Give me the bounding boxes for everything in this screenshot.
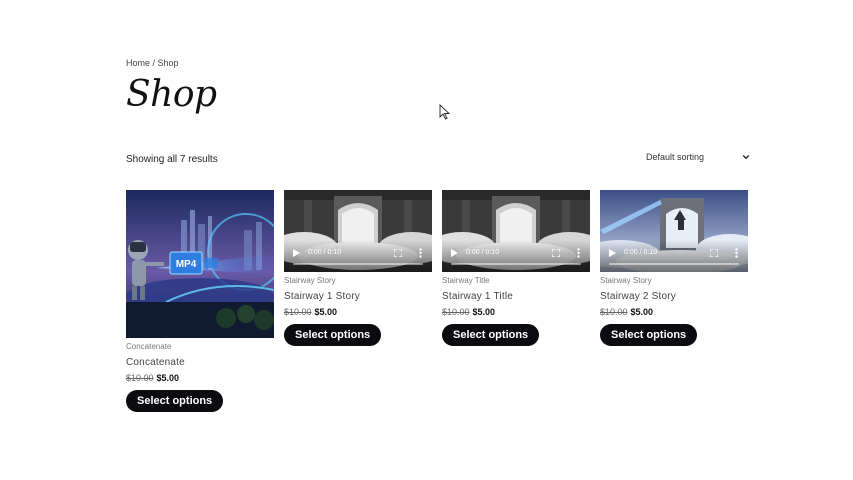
product-video[interactable]: 0:00 / 0:10 <box>284 190 432 272</box>
product-title[interactable]: Stairway 2 Story <box>600 291 748 302</box>
play-icon[interactable] <box>451 249 458 257</box>
image-text-mp4: MP4 <box>176 259 197 270</box>
price-sale: $5.00 <box>156 373 180 383</box>
video-progress-track[interactable] <box>609 263 739 265</box>
product-category[interactable]: Concatenate <box>126 342 274 351</box>
more-options-icon[interactable] <box>419 248 422 258</box>
play-icon[interactable] <box>293 249 300 257</box>
breadcrumb: Home / Shop <box>126 58 179 68</box>
select-options-button[interactable]: Select options <box>442 324 540 346</box>
price-original: $10.00 <box>442 307 470 317</box>
select-options-button[interactable]: Select options <box>284 324 382 346</box>
video-time: 0:00 / 0:10 <box>466 249 500 256</box>
select-options-button[interactable]: Select options <box>600 324 698 346</box>
video-controls: 0:00 / 0:10 <box>600 240 748 272</box>
video-time: 0:00 / 0:10 <box>308 249 342 256</box>
product-category[interactable]: Stairway Story <box>600 276 748 285</box>
mouse-pointer-icon <box>439 104 451 120</box>
product-video[interactable]: 0:00 / 0:10 <box>600 190 748 272</box>
price-original: $10.00 <box>284 307 312 317</box>
sort-select-label: Default sorting <box>646 152 705 162</box>
product-price: $10.00 $5.00 <box>126 373 274 383</box>
breadcrumb-home-link[interactable]: Home <box>126 58 150 68</box>
robot-video-artwork: MP4 <box>126 190 274 338</box>
price-sale: $5.00 <box>314 307 338 317</box>
product-card-concatenate: MP4 Concatenate Concatenate $10.00 $5.00 … <box>126 190 274 412</box>
product-title[interactable]: Stairway 1 Title <box>442 291 590 302</box>
video-progress-track[interactable] <box>293 263 423 265</box>
more-options-icon[interactable] <box>577 248 580 258</box>
fullscreen-icon[interactable] <box>710 249 718 257</box>
fullscreen-icon[interactable] <box>394 249 402 257</box>
product-price: $10.00 $5.00 <box>600 307 748 317</box>
result-count: Showing all 7 results <box>126 154 218 165</box>
price-sale: $5.00 <box>630 307 654 317</box>
product-category[interactable]: Stairway Title <box>442 276 590 285</box>
product-title[interactable]: Stairway 1 Story <box>284 291 432 302</box>
price-sale: $5.00 <box>472 307 496 317</box>
sort-select[interactable]: Default sorting <box>646 149 750 165</box>
product-video[interactable]: 0:00 / 0:10 <box>442 190 590 272</box>
chevron-down-icon <box>742 155 750 160</box>
price-original: $10.00 <box>600 307 628 317</box>
video-progress-track[interactable] <box>451 263 581 265</box>
product-category[interactable]: Stairway Story <box>284 276 432 285</box>
video-controls: 0:00 / 0:10 <box>284 240 432 272</box>
breadcrumb-current: Shop <box>157 58 179 68</box>
product-card-stairway-1-title: 0:00 / 0:10 Stairway Title Stairway 1 Ti… <box>442 190 590 346</box>
select-options-button[interactable]: Select options <box>126 390 224 412</box>
product-image[interactable]: MP4 <box>126 190 274 338</box>
play-icon[interactable] <box>609 249 616 257</box>
video-time: 0:00 / 0:10 <box>624 249 658 256</box>
product-card-stairway-1-story: 0:00 / 0:10 Stairway Story Stairway 1 St… <box>284 190 432 346</box>
product-price: $10.00 $5.00 <box>284 307 432 317</box>
price-original: $10.00 <box>126 373 154 383</box>
fullscreen-icon[interactable] <box>552 249 560 257</box>
product-card-stairway-2-story: 0:00 / 0:10 Stairway Story Stairway 2 St… <box>600 190 748 346</box>
product-price: $10.00 $5.00 <box>442 307 590 317</box>
video-controls: 0:00 / 0:10 <box>442 240 590 272</box>
product-title[interactable]: Concatenate <box>126 357 274 368</box>
more-options-icon[interactable] <box>735 248 738 258</box>
page-title: Shop <box>126 74 217 115</box>
breadcrumb-separator: / <box>150 58 158 68</box>
